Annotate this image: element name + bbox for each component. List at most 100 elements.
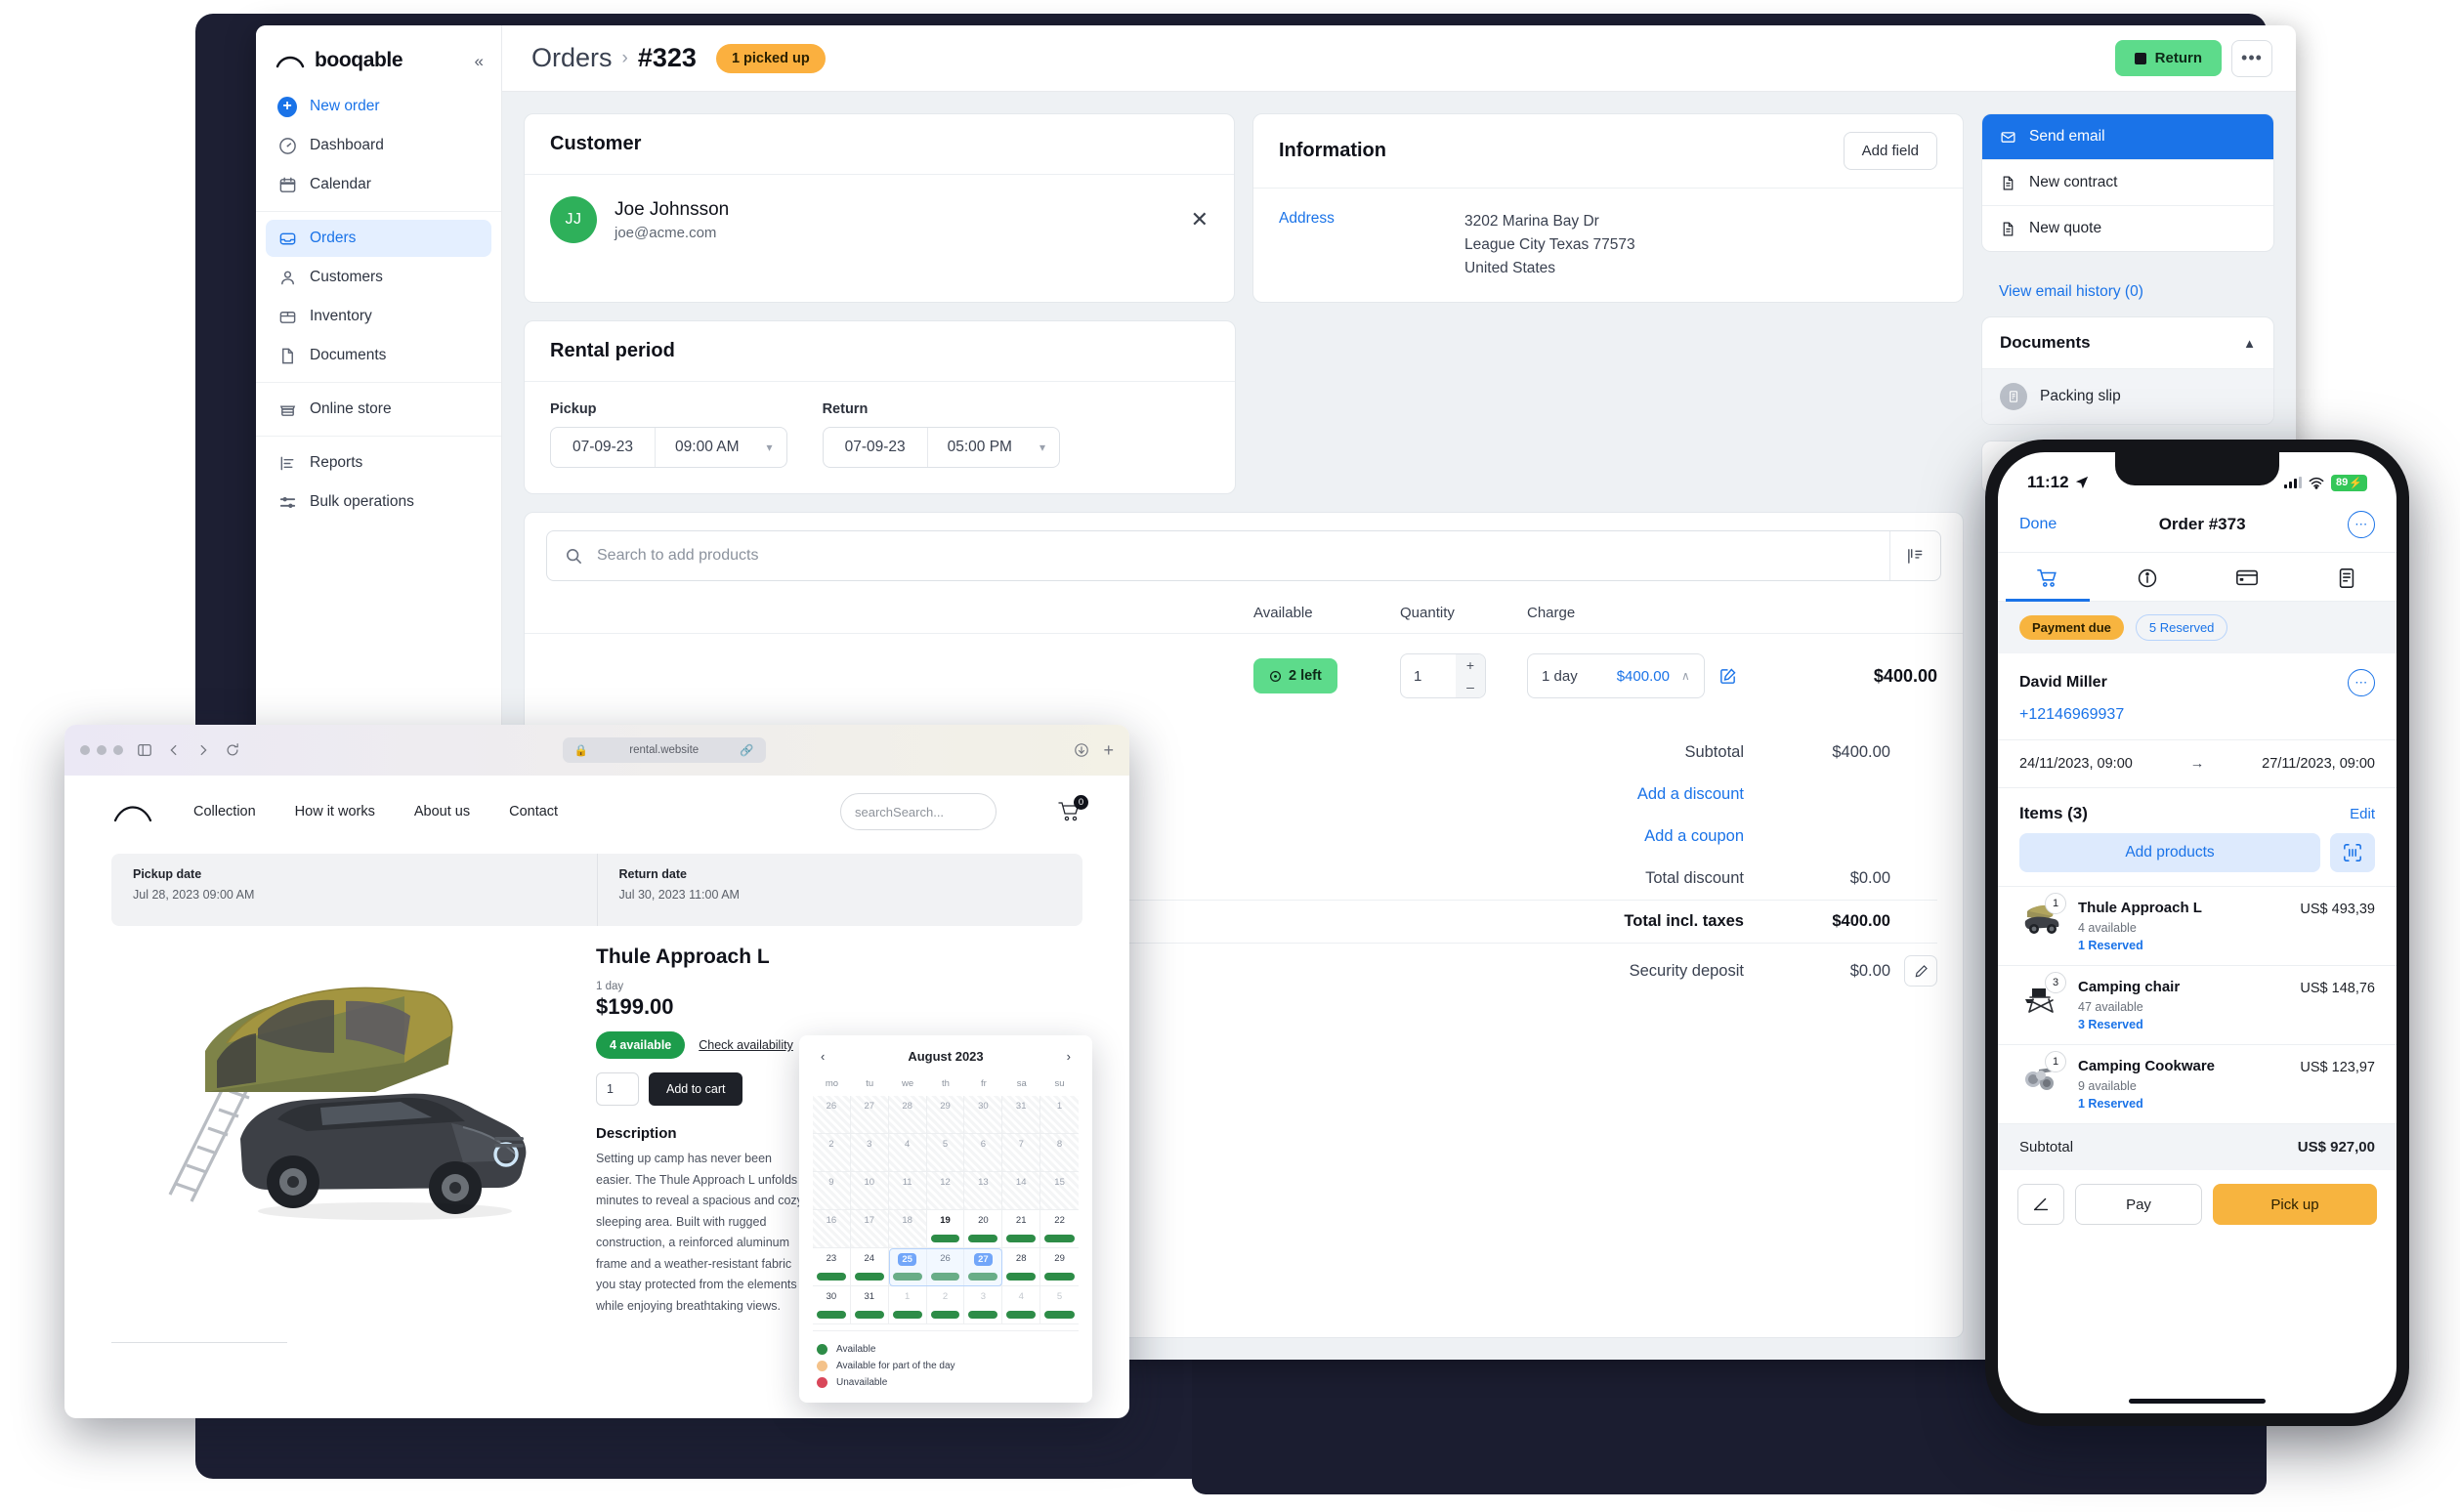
- calendar-day[interactable]: 27: [964, 1248, 1003, 1286]
- calendar-day[interactable]: 2: [813, 1134, 851, 1172]
- calendar-day[interactable]: 23: [813, 1248, 851, 1286]
- calendar-day[interactable]: 1: [888, 1286, 927, 1324]
- calendar-day[interactable]: 28: [888, 1096, 927, 1134]
- sidebar-item-documents[interactable]: Documents: [266, 337, 491, 374]
- calendar-day[interactable]: 12: [926, 1172, 965, 1210]
- add-discount-link[interactable]: Add a discount: [1421, 785, 1744, 804]
- traffic-lights[interactable]: [80, 745, 123, 755]
- calendar-day[interactable]: 2: [926, 1286, 965, 1324]
- charge-selector[interactable]: 1 day $400.00 ∧: [1527, 653, 1705, 699]
- calendar-day[interactable]: 6: [964, 1134, 1003, 1172]
- add-field-button[interactable]: Add field: [1843, 132, 1937, 170]
- sidebar-item-reports[interactable]: Reports: [266, 444, 491, 482]
- quantity-stepper[interactable]: 1 + –: [1400, 653, 1486, 699]
- site-nav-about-us[interactable]: About us: [414, 804, 470, 819]
- quantity-increment[interactable]: +: [1456, 654, 1485, 676]
- pay-button[interactable]: Pay: [2075, 1184, 2202, 1225]
- arrow-right-icon[interactable]: [195, 742, 211, 758]
- sidebar-item-calendar[interactable]: Calendar: [266, 166, 491, 203]
- calendar-day[interactable]: 30: [813, 1286, 851, 1324]
- list-item[interactable]: 1 Thule Approach L 4 available 1 Reserve…: [1998, 886, 2396, 965]
- calendar-day[interactable]: 25: [888, 1248, 927, 1286]
- arrow-left-icon[interactable]: [166, 742, 182, 758]
- list-item[interactable]: 3 Camping chair 47 available 3 Reserved …: [1998, 965, 2396, 1044]
- calendar-day[interactable]: 14: [1002, 1172, 1041, 1210]
- check-availability-link[interactable]: Check availability: [699, 1038, 793, 1052]
- more-circle-icon[interactable]: ⋯: [2348, 511, 2375, 538]
- tab-cart[interactable]: [1998, 553, 2098, 602]
- calendar-day[interactable]: 29: [926, 1096, 965, 1134]
- sidebar-item-online-store[interactable]: Online store: [266, 391, 491, 428]
- tab-info[interactable]: [2098, 553, 2197, 601]
- done-button[interactable]: Done: [2019, 516, 2057, 533]
- sidebar-item-inventory[interactable]: Inventory: [266, 298, 491, 335]
- barcode-scan-icon[interactable]: [1889, 531, 1940, 581]
- availability-chip[interactable]: 2 left: [1253, 658, 1337, 694]
- add-coupon-link[interactable]: Add a coupon: [1421, 827, 1744, 846]
- sidebar-icon[interactable]: [137, 742, 152, 758]
- documents-section-header[interactable]: Documents ▲: [1982, 317, 2273, 369]
- sidebar-item-new-order[interactable]: + New order: [266, 88, 491, 125]
- site-pickup-block[interactable]: Pickup date Jul 28, 2023 09:00 AM: [111, 854, 597, 926]
- return-time-select[interactable]: 05:00 PM ▾: [928, 428, 1059, 467]
- calendar-day[interactable]: 8: [1040, 1134, 1079, 1172]
- pickup-date-input[interactable]: 07-09-23: [551, 428, 657, 468]
- list-item[interactable]: 1 Camping Cookware 9 available 1 Reserve…: [1998, 1044, 2396, 1123]
- sidebar-item-bulk-operations[interactable]: Bulk operations: [266, 483, 491, 521]
- site-nav-collection[interactable]: Collection: [193, 804, 256, 819]
- download-icon[interactable]: [1074, 742, 1089, 758]
- sidebar-item-dashboard[interactable]: Dashboard: [266, 127, 491, 164]
- calendar-day[interactable]: 16: [813, 1210, 851, 1248]
- address-bar[interactable]: 🔒 rental.website 🔗: [562, 737, 766, 763]
- site-nav-contact[interactable]: Contact: [509, 804, 558, 819]
- close-icon[interactable]: ✕: [1191, 209, 1209, 231]
- calendar-day[interactable]: 7: [1002, 1134, 1041, 1172]
- quantity-value[interactable]: 1: [1401, 654, 1456, 697]
- calendar-day[interactable]: 19: [926, 1210, 965, 1248]
- quantity-decrement[interactable]: –: [1456, 676, 1485, 697]
- reload-icon[interactable]: [225, 742, 240, 758]
- site-search-input[interactable]: searchSearch...: [840, 793, 997, 830]
- calendar-day[interactable]: 24: [850, 1248, 889, 1286]
- pickup-time-select[interactable]: 09:00 AM ▾: [656, 428, 786, 467]
- phone-customer-phone[interactable]: +12146969937: [2019, 706, 2375, 724]
- add-to-cart-button[interactable]: Add to cart: [649, 1072, 743, 1106]
- sidebar-item-customers[interactable]: Customers: [266, 259, 491, 296]
- calendar-day[interactable]: 26: [926, 1248, 965, 1286]
- calendar-day[interactable]: 3: [964, 1286, 1003, 1324]
- add-products-button[interactable]: Add products: [2019, 833, 2320, 872]
- menu-item-send-email[interactable]: Send email: [1982, 114, 2273, 160]
- signature-icon[interactable]: [2017, 1184, 2064, 1225]
- calendar-day[interactable]: 26: [813, 1096, 851, 1134]
- return-date-input[interactable]: 07-09-23: [824, 428, 928, 468]
- breadcrumb-parent[interactable]: Orders: [531, 43, 613, 73]
- view-email-history-link[interactable]: View email history (0): [1981, 268, 2274, 316]
- chevron-left-icon[interactable]: ‹: [817, 1049, 828, 1064]
- tab-payments[interactable]: [2197, 553, 2297, 601]
- calendar-day[interactable]: 17: [850, 1210, 889, 1248]
- calendar-day[interactable]: 1: [1040, 1096, 1079, 1134]
- site-return-block[interactable]: Return date Jul 30, 2023 11:00 AM: [596, 854, 1083, 926]
- address-label[interactable]: Address: [1279, 210, 1464, 280]
- pencil-icon[interactable]: [1904, 955, 1937, 987]
- pickup-button[interactable]: Pick up: [2213, 1184, 2377, 1225]
- calendar-day[interactable]: 31: [850, 1286, 889, 1324]
- calendar-day[interactable]: 21: [1002, 1210, 1041, 1248]
- cart-icon[interactable]: 0: [1057, 795, 1088, 823]
- calendar-day[interactable]: 9: [813, 1172, 851, 1210]
- calendar-day[interactable]: 20: [964, 1210, 1003, 1248]
- search-input[interactable]: [597, 547, 1889, 566]
- calendar-day[interactable]: 10: [850, 1172, 889, 1210]
- calendar-day[interactable]: 30: [964, 1096, 1003, 1134]
- calendar-day[interactable]: 31: [1002, 1096, 1041, 1134]
- customer-name[interactable]: Joe Johnsson: [615, 199, 729, 221]
- calendar-day[interactable]: 29: [1040, 1248, 1079, 1286]
- calendar-day[interactable]: 5: [1040, 1286, 1079, 1324]
- calendar-day[interactable]: 4: [888, 1134, 927, 1172]
- barcode-scan-icon[interactable]: [2330, 833, 2375, 872]
- link-icon[interactable]: 🔗: [740, 743, 753, 757]
- calendar-day[interactable]: 13: [964, 1172, 1003, 1210]
- quantity-input[interactable]: 1: [596, 1072, 639, 1106]
- menu-item-new-quote[interactable]: New quote: [1982, 206, 2273, 251]
- calendar-day[interactable]: 28: [1002, 1248, 1041, 1286]
